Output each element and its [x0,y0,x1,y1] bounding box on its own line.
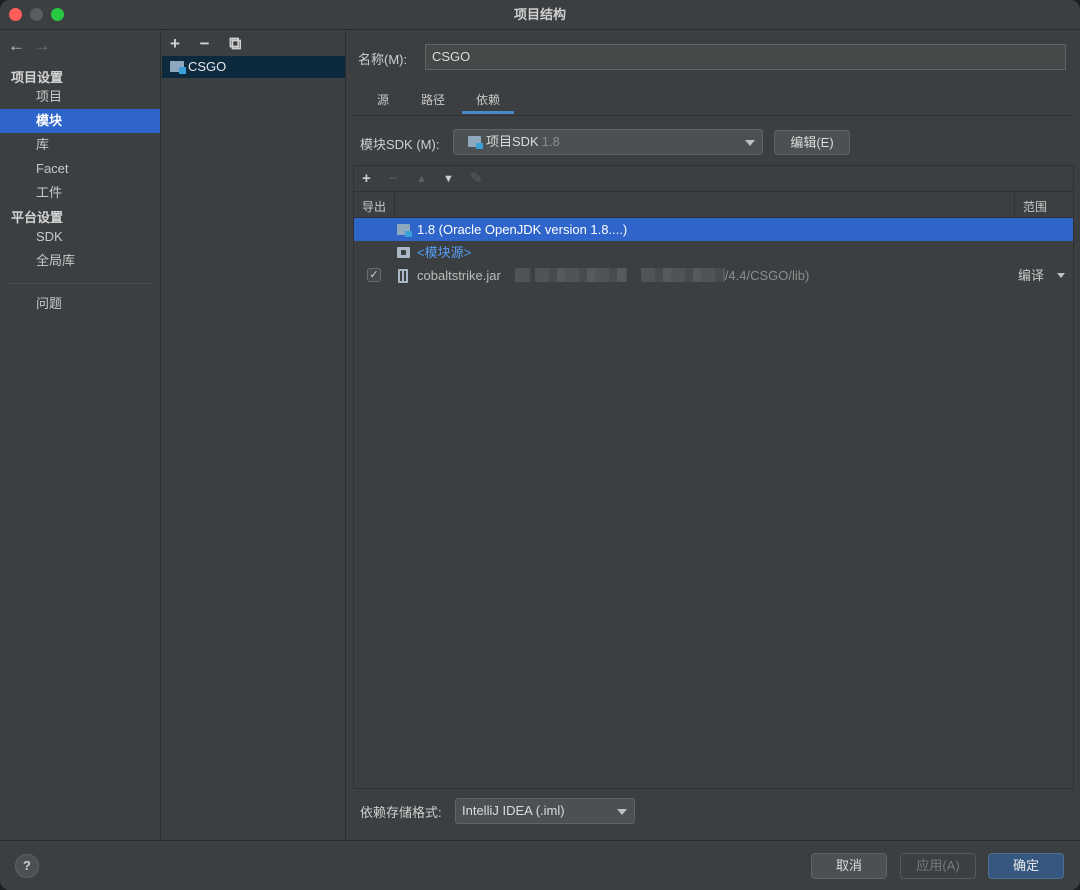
sdk-value: 项目SDK [486,134,539,149]
sidebar-divider [10,283,150,284]
dependency-jar-entry: cobaltstrike.jar/4.4/CSGO/lib) [417,264,809,287]
chevron-down-icon[interactable] [1057,273,1065,278]
forward-arrow-icon[interactable]: → [34,37,56,55]
dependency-row-module-source[interactable]: <模块源> [354,241,1073,264]
project-settings-header: 项目设置 [11,70,64,85]
column-separator [394,192,395,218]
remove-module-button[interactable]: − [200,34,226,54]
sdk-folder-icon [397,224,412,237]
project-structure-dialog: 项目结构 ← → 项目设置 项目 模块 库 Facet 工件 平台设置 SDK … [0,0,1080,890]
module-list-pane: + − ⧉ CSGO [162,31,346,840]
copy-module-button[interactable]: ⧉ [229,34,255,54]
edit-dependency-button[interactable]: ✎ [470,169,483,189]
module-sdk-label: 模块SDK (M): [360,137,440,152]
sidebar-item-problems[interactable]: 问题 [0,292,160,316]
sidebar-item-project[interactable]: 项目 [0,85,160,109]
redacted-path-blur [640,268,725,282]
dependency-label: <模块源> [417,245,472,260]
scope-value[interactable]: 编译 [1018,264,1044,287]
platform-settings-header: 平台设置 [11,210,64,225]
settings-sidebar: ← → 项目设置 项目 模块 库 Facet 工件 平台设置 SDK 全局库 问… [0,31,161,840]
add-module-button[interactable]: + [170,34,196,54]
module-folder-icon [170,61,186,74]
column-separator [1014,192,1015,218]
ok-button[interactable]: 确定 [988,853,1064,879]
sidebar-item-sdk[interactable]: SDK [0,225,160,249]
chevron-down-icon [617,809,627,815]
sidebar-item-global-libraries[interactable]: 全局库 [0,249,160,273]
edit-sdk-button[interactable]: 编辑(E) [774,130,850,155]
tabs-underline [353,115,1074,116]
dependencies-toolbar: + − ▲ ▼ ✎ [354,166,1073,192]
nav-arrows: ← → [8,37,56,55]
module-sdk-dropdown[interactable]: 项目SDK 1.8 [453,129,763,155]
module-toolbar: + − ⧉ [170,34,255,54]
apply-button[interactable]: 应用(A) [900,853,976,879]
module-item-csgo[interactable]: CSGO [162,56,345,78]
sidebar-item-libraries[interactable]: 库 [0,133,160,157]
dependency-label: 1.8 (Oracle OpenJDK version 1.8....) [417,222,628,237]
redacted-path-blur [514,268,531,282]
column-scope[interactable]: 范围 [1023,198,1047,215]
storage-format-value: IntelliJ IDEA (.iml) [462,803,565,818]
module-detail-panel: 名称(M): CSGO 源 路径 依赖 模块SDK (M): 项目SDK 1.8 … [347,31,1080,840]
back-arrow-icon[interactable]: ← [8,37,30,55]
module-item-label: CSGO [188,59,227,74]
dependencies-table: + − ▲ ▼ ✎ 导出 范围 1.8 (Oracle OpenJDK vers… [353,165,1074,789]
sidebar-item-modules[interactable]: 模块 [0,109,160,133]
help-button[interactable]: ? [15,854,39,878]
dialog-footer: ? 取消 应用(A) 确定 [0,840,1080,890]
dependency-row-sdk[interactable]: 1.8 (Oracle OpenJDK version 1.8....) [354,218,1073,241]
tab-paths[interactable]: 路径 [408,88,458,114]
dependency-path: /4.4/CSGO/lib) [724,268,810,283]
export-checkbox[interactable]: ✓ [367,268,381,282]
sdk-version: 1.8 [541,134,560,149]
move-down-button[interactable]: ▼ [443,169,454,189]
storage-format-label: 依赖存储格式: [360,805,442,820]
column-export[interactable]: 导出 [362,198,386,215]
module-name-input[interactable]: CSGO [425,44,1066,70]
dependencies-header: 导出 范围 [354,192,1073,218]
move-up-button[interactable]: ▲ [416,169,427,189]
dependency-label: cobaltstrike.jar [417,268,501,283]
sidebar-item-facets[interactable]: Facet [0,157,160,181]
chevron-down-icon [745,140,755,146]
sdk-folder-icon [468,136,483,149]
window-title: 项目结构 [513,7,566,22]
sidebar-item-artifacts[interactable]: 工件 [0,181,160,205]
redacted-path-blur [534,268,627,282]
tab-sources[interactable]: 源 [368,88,398,114]
add-dependency-button[interactable]: + [362,169,371,189]
name-label: 名称(M): [358,52,408,67]
dependency-row-jar[interactable]: ✓ cobaltstrike.jar/4.4/CSGO/lib) 编译 [354,264,1073,287]
storage-format-dropdown[interactable]: IntelliJ IDEA (.iml) [455,798,635,824]
tab-dependencies[interactable]: 依赖 [462,88,514,114]
remove-dependency-button[interactable]: − [389,169,398,189]
source-folder-icon [397,247,410,258]
cancel-button[interactable]: 取消 [811,853,887,879]
jar-icon [398,269,408,283]
title-bar: 项目结构 [0,0,1080,30]
